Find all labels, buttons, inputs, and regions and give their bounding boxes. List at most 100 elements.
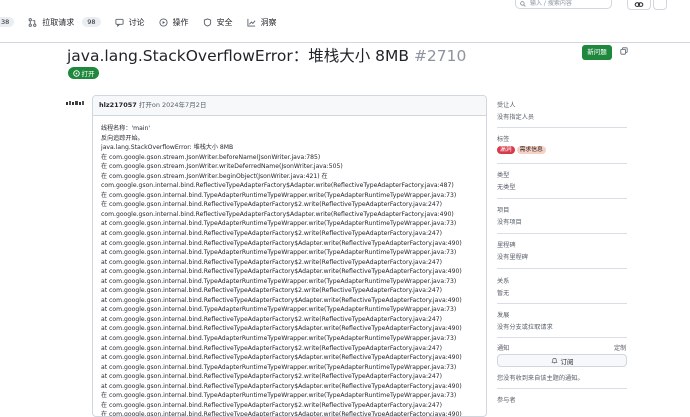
- assignees-value: 没有指定人员: [497, 114, 535, 121]
- labels-heading[interactable]: 标签: [497, 134, 509, 143]
- new-issue-button[interactable]: 新问题: [582, 45, 612, 60]
- tab-pull-requests[interactable]: 拉取请求 98: [28, 17, 101, 28]
- comment-line: at com.google.gson.internal.bind.TypeAda…: [101, 277, 457, 285]
- issue-title: java.lang.StackOverflowError：堆栈大小 8MB #2…: [67, 44, 466, 66]
- projects-value: 没有项目: [497, 219, 522, 226]
- comment-line: at com.google.gson.internal.bind.Reflect…: [101, 315, 443, 323]
- issue-title-text: java.lang.StackOverflowError：堆栈大小 8MB: [67, 47, 409, 65]
- tab-actions[interactable]: 操作: [159, 17, 189, 28]
- tab-insights-label: 洞察: [260, 17, 277, 27]
- divider: [497, 127, 627, 128]
- comment-line: 在 com.google.gson.internal.bind.Reflecti…: [101, 411, 462, 417]
- comment-line: at com.google.gson.internal.bind.TypeAda…: [101, 363, 457, 371]
- assignees-heading[interactable]: 受让人: [497, 100, 516, 109]
- comment-meta: 打开on 2024年7月2日: [136, 101, 207, 109]
- comment-line: 在 com.google.gson.internal.bind.Reflecti…: [101, 401, 442, 409]
- comment-line: 在 com.google.gson.stream.JsonWriter.befo…: [101, 153, 321, 161]
- labels-list: 漏洞 需求信息: [497, 146, 548, 154]
- pull-request-icon: [28, 17, 37, 27]
- comment-line: com.google.gson.internal.bind.Reflective…: [101, 210, 454, 218]
- repo-tabs: 38 拉取请求 98 讨论 操作 安全 洞察: [0, 12, 291, 32]
- author-avatar[interactable]: [66, 100, 84, 108]
- more-options-button[interactable]: [653, 0, 667, 10]
- issue-opened-icon: [72, 69, 80, 77]
- divider: [497, 233, 627, 234]
- divider: [497, 163, 627, 164]
- comment-line: at com.google.gson.internal.bind.Reflect…: [101, 258, 443, 266]
- comment-body: 线程名称：'main' 反向追踪开始。 java.lang.StackOverflo…: [93, 116, 486, 417]
- projects-heading[interactable]: 项目: [497, 205, 509, 214]
- search-icon: [520, 1, 526, 7]
- label-bug[interactable]: 漏洞: [497, 146, 515, 154]
- comment-line: 线程名称：'main': [101, 125, 151, 132]
- comment-line: 反向追踪开始。: [101, 134, 144, 142]
- notifications-description: 您没有收到来自该主题的通知。: [497, 375, 584, 382]
- tab-issues[interactable]: 38: [0, 17, 15, 27]
- repo-nav-bar: 38 拉取请求 98 讨论 操作 安全 洞察 输入 / 搜索内容: [0, 0, 690, 43]
- subscribe-label: 订阅: [560, 357, 574, 366]
- divider: [497, 268, 627, 269]
- shield-icon: [203, 17, 211, 27]
- copy-link-icon[interactable]: [620, 47, 628, 55]
- relations-heading[interactable]: 关系: [497, 276, 509, 285]
- comment-line: at com.google.gson.internal.bind.TypeAda…: [101, 306, 457, 314]
- tab-pull-requests-label: 拉取请求: [42, 17, 75, 27]
- divider: [497, 337, 627, 338]
- tab-actions-label: 操作: [172, 17, 189, 27]
- bell-icon: [550, 358, 558, 364]
- copilot-button[interactable]: [627, 0, 651, 10]
- issues-count-badge: 38: [0, 17, 15, 27]
- tab-discussions-label: 讨论: [128, 17, 145, 27]
- header-actions: [627, 0, 667, 10]
- comment-line: at com.google.gson.internal.bind.Reflect…: [101, 354, 462, 362]
- comment-line: 在 com.google.gson.internal.bind.TypeAdap…: [101, 392, 457, 400]
- divider: [497, 388, 627, 389]
- comment-line: com.google.gson.internal.bind.Reflective…: [101, 182, 454, 190]
- development-heading[interactable]: 发展: [497, 310, 509, 319]
- comment-line: at com.google.gson.internal.bind.Reflect…: [101, 268, 462, 276]
- issue-comment: hlz217057 打开on 2024年7月2日 线程名称：'main' 反向追踪…: [92, 95, 487, 417]
- comment-line: java.lang.StackOverflowError: 堆栈大小 8MB: [101, 144, 234, 152]
- search-placeholder: 输入 / 搜索内容: [530, 0, 572, 7]
- comment-line: at com.google.gson.internal.bind.Reflect…: [101, 287, 443, 295]
- play-circle-icon: [159, 17, 168, 27]
- issue-number: #2710: [413, 47, 467, 65]
- comment-line: at com.google.gson.internal.bind.TypeAda…: [101, 220, 457, 228]
- relations-value: 暂无: [497, 290, 510, 297]
- pull-requests-count-badge: 98: [82, 17, 101, 27]
- comment-line: at com.google.gson.internal.bind.Reflect…: [101, 382, 462, 390]
- issue-state-badge: 打开: [68, 67, 99, 79]
- comment-line: at com.google.gson.internal.bind.Reflect…: [101, 230, 443, 238]
- comment-line: 在 com.google.gson.stream.JsonWriter.begi…: [101, 172, 328, 180]
- comment-line: 在 com.google.gson.stream.JsonWriter.writ…: [101, 163, 343, 171]
- discussion-icon: [115, 18, 124, 27]
- tab-security[interactable]: 安全: [203, 17, 233, 28]
- customize-link[interactable]: 定制: [614, 343, 626, 352]
- comment-line: at com.google.gson.internal.bind.TypeAda…: [101, 335, 457, 343]
- comment-line: 在 com.google.gson.internal.bind.TypeAdap…: [101, 191, 457, 199]
- tab-insights[interactable]: 洞察: [247, 17, 277, 28]
- comment-line: at com.google.gson.internal.bind.Reflect…: [101, 325, 462, 333]
- participants-heading: 参与者: [497, 397, 516, 404]
- comment-line: 在 com.google.gson.internal.bind.Reflecti…: [101, 201, 442, 209]
- development-value: 没有分支或拉取请求: [497, 324, 553, 331]
- notifications-heading: 通知: [497, 345, 510, 352]
- comment-line: at com.google.gson.internal.bind.Reflect…: [101, 296, 462, 304]
- milestone-heading[interactable]: 里程碑: [497, 240, 516, 249]
- comment-author[interactable]: hlz217057: [99, 101, 137, 109]
- copilot-icon: [634, 1, 644, 7]
- type-heading[interactable]: 类型: [497, 170, 509, 179]
- search-input[interactable]: 输入 / 搜索内容: [515, 0, 612, 9]
- divider: [497, 303, 627, 304]
- comment-line: at com.google.gson.internal.bind.Reflect…: [101, 239, 462, 247]
- divider: [497, 198, 627, 199]
- graph-icon: [247, 18, 256, 27]
- comment-line: at com.google.gson.internal.bind.Reflect…: [101, 373, 443, 381]
- comment-line: at com.google.gson.internal.bind.Reflect…: [101, 344, 443, 352]
- label-needs-info[interactable]: 需求信息: [516, 146, 546, 154]
- issue-state-label: 打开: [81, 70, 95, 78]
- tab-security-label: 安全: [216, 17, 233, 27]
- subscribe-button[interactable]: 订阅: [497, 354, 627, 367]
- milestone-value: 没有里程碑: [497, 254, 528, 261]
- tab-discussions[interactable]: 讨论: [115, 17, 145, 28]
